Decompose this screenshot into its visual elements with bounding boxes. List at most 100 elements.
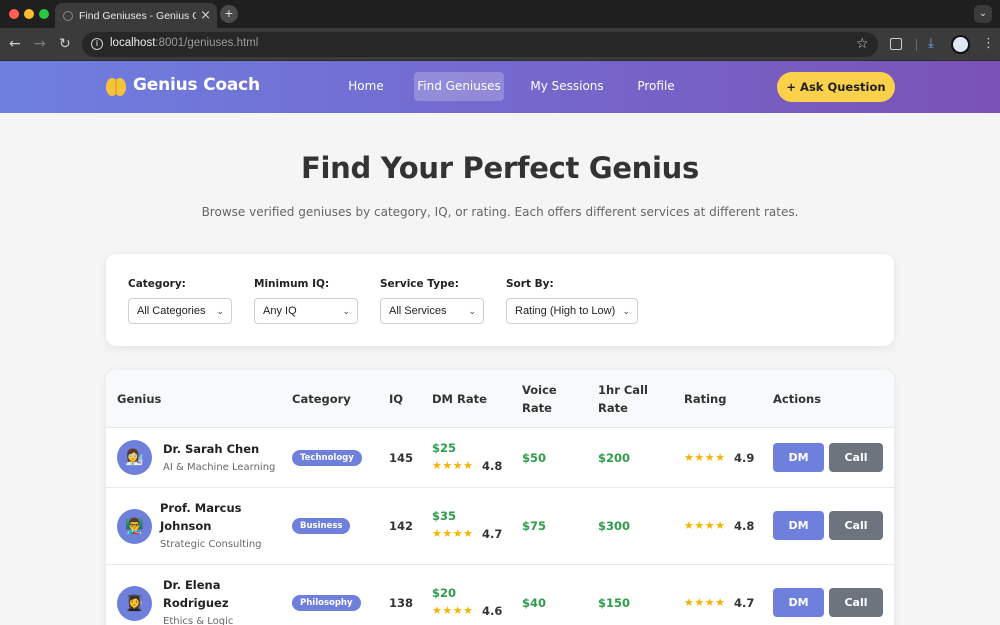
call-rate: $150 <box>598 596 631 610</box>
voice-rate: $40 <box>522 596 547 610</box>
genius-specialty: Ethics & Logic <box>163 616 234 625</box>
category-filter: Category: All Categories ⌄ <box>128 278 232 324</box>
nav-find-geniuses[interactable]: Find Geniuses <box>414 72 504 101</box>
rating-value: 4.7 <box>734 596 755 610</box>
service-type-filter: Service Type: All Services ⌄ <box>380 278 484 324</box>
iq-value: 145 <box>389 451 414 465</box>
new-tab-button[interactable]: + <box>220 5 238 23</box>
min-iq-select[interactable]: Any IQ ⌄ <box>254 298 358 324</box>
col-voice-rate: Voice Rate <box>522 383 557 415</box>
dm-rating-value: 4.6 <box>482 604 503 618</box>
voice-rate: $75 <box>522 519 547 533</box>
min-iq-filter: Minimum IQ: Any IQ ⌄ <box>254 278 358 324</box>
star-rating-icon: ★★★★ <box>684 519 726 532</box>
table-row: 👩‍🔬 Dr. Sarah Chen AI & Machine Learning… <box>106 428 894 488</box>
forward-arrow-icon[interactable]: → <box>34 36 46 52</box>
col-rating: Rating <box>684 392 727 406</box>
voice-rate: $50 <box>522 451 547 465</box>
table-row: 👩‍🎓 Dr. Elena Rodriguez Ethics & Logic Ph… <box>106 565 894 625</box>
dm-rate: $25 <box>432 441 457 455</box>
close-window-icon[interactable] <box>9 9 19 19</box>
iq-value: 142 <box>389 519 414 533</box>
page-subtitle: Browse verified geniuses by category, IQ… <box>201 205 799 219</box>
sort-by-select[interactable]: Rating (High to Low) ⌄ <box>506 298 638 324</box>
table-row: 👨‍🏫 Prof. Marcus Johnson Strategic Consul… <box>106 488 894 565</box>
maximize-window-icon[interactable] <box>39 9 49 19</box>
avatar: 👨‍🏫 <box>117 509 152 544</box>
dm-rate: $20 <box>432 586 457 600</box>
geniuses-table: Genius Category IQ DM Rate Voice Rate 1hr… <box>106 370 894 625</box>
category-badge: Technology <box>292 450 362 466</box>
page-title: Find Your Perfect Genius <box>301 151 699 185</box>
dm-rate: $35 <box>432 509 457 523</box>
service-type-select[interactable]: All Services ⌄ <box>380 298 484 324</box>
call-button[interactable]: Call <box>829 511 883 540</box>
filter-label: Category: <box>128 278 186 290</box>
chevron-down-icon: ⌄ <box>468 306 476 316</box>
toolbar-divider <box>916 39 917 51</box>
download-icon[interactable]: ⤓ <box>928 36 934 51</box>
genius-name[interactable]: Prof. Marcus Johnson <box>160 499 241 535</box>
logo-text[interactable]: Genius Coach <box>133 75 260 95</box>
address-bar[interactable]: i localhost:8001/geniuses.html <box>82 32 878 57</box>
filter-panel: Category: All Categories ⌄ Minimum IQ: An… <box>106 254 894 346</box>
rating-value: 4.8 <box>734 519 755 533</box>
genius-name[interactable]: Dr. Sarah Chen <box>163 440 259 458</box>
category-select[interactable]: All Categories ⌄ <box>128 298 232 324</box>
site-header: Genius Coach Home Find Geniuses My Sessi… <box>0 61 1000 113</box>
nav-home[interactable]: Home <box>341 72 391 101</box>
chevron-down-icon: ⌄ <box>622 306 630 316</box>
browser-toolbar: ← → ↻ i localhost:8001/geniuses.html <box>0 28 1000 61</box>
chevron-down-icon: ⌄ <box>216 306 224 316</box>
rating-value: 4.9 <box>734 451 755 465</box>
category-badge: Business <box>292 518 351 534</box>
tab-title: Find Geniuses - Genius Coach <box>79 9 197 22</box>
genius-specialty: Strategic Consulting <box>160 539 262 550</box>
filter-label: Service Type: <box>380 278 459 290</box>
col-category: Category <box>292 392 351 406</box>
dm-button[interactable]: DM <box>773 511 824 540</box>
browser-tab-bar: Find Geniuses - Genius Coach × + ⌄ <box>0 0 1000 28</box>
dm-rating-value: 4.8 <box>482 459 503 473</box>
dm-button[interactable]: DM <box>773 443 824 472</box>
ask-question-button[interactable]: + Ask Question <box>777 72 895 102</box>
nav-my-sessions[interactable]: My Sessions <box>527 72 607 101</box>
call-rate: $300 <box>598 519 631 533</box>
filter-label: Minimum IQ: <box>254 278 330 290</box>
nav-profile[interactable]: Profile <box>632 72 680 101</box>
globe-icon <box>63 10 73 21</box>
col-genius: Genius <box>117 392 162 406</box>
profile-avatar-icon[interactable] <box>951 35 970 54</box>
filter-label: Sort By: <box>506 278 554 290</box>
col-actions: Actions <box>773 392 822 406</box>
iq-value: 138 <box>389 596 414 610</box>
back-arrow-icon[interactable]: ← <box>9 36 21 52</box>
avatar: 👩‍🎓 <box>117 586 152 621</box>
col-dm-rate: DM Rate <box>432 392 487 406</box>
genius-name[interactable]: Dr. Elena Rodriguez <box>163 576 229 612</box>
genius-specialty: AI & Machine Learning <box>163 462 276 473</box>
extensions-icon[interactable] <box>890 38 902 50</box>
star-rating-icon: ★★★★ <box>432 527 474 540</box>
more-menu-icon[interactable]: ⋮ <box>982 36 995 51</box>
close-tab-icon[interactable]: × <box>200 9 211 22</box>
call-button[interactable]: Call <box>829 588 883 617</box>
tab-list-chevron-icon[interactable]: ⌄ <box>974 5 992 23</box>
chevron-down-icon: ⌄ <box>342 306 350 316</box>
main-content: Find Your Perfect Genius Browse verified… <box>0 113 1000 625</box>
bookmark-star-icon[interactable]: ☆ <box>856 36 869 52</box>
site-info-icon[interactable]: i <box>91 38 103 50</box>
minimize-window-icon[interactable] <box>24 9 34 19</box>
browser-tab[interactable]: Find Geniuses - Genius Coach × <box>55 3 217 28</box>
reload-icon[interactable]: ↻ <box>59 36 71 52</box>
dm-button[interactable]: DM <box>773 588 824 617</box>
star-rating-icon: ★★★★ <box>684 596 726 609</box>
call-button[interactable]: Call <box>829 443 883 472</box>
table-header: Genius Category IQ DM Rate Voice Rate 1hr… <box>106 370 894 428</box>
col-call-rate: 1hr Call Rate <box>598 383 648 415</box>
star-rating-icon: ★★★★ <box>432 604 474 617</box>
url-text: localhost:8001/geniuses.html <box>110 37 259 49</box>
dm-rating-value: 4.7 <box>482 527 503 541</box>
star-rating-icon: ★★★★ <box>432 459 474 472</box>
category-badge: Philosophy <box>292 595 361 611</box>
